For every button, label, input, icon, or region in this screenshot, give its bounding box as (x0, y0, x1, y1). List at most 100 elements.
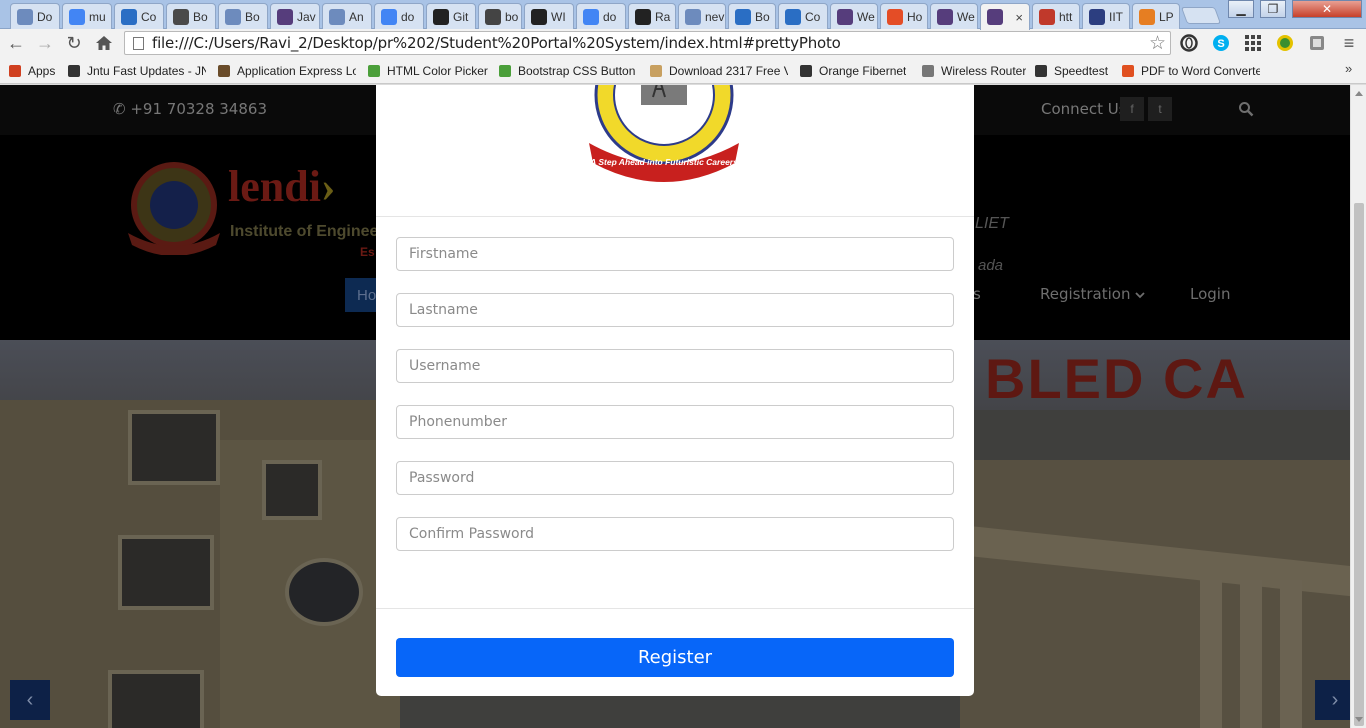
tab-title: Jav (297, 9, 316, 24)
confirm-password-input[interactable] (396, 517, 954, 551)
ninja-extension-icon[interactable] (1275, 33, 1295, 53)
browser-tab[interactable]: htt (1032, 3, 1080, 29)
browser-tab[interactable]: bo (478, 3, 522, 29)
facebook-icon[interactable]: f (1120, 97, 1144, 121)
browser-tab[interactable]: We (930, 3, 978, 29)
browser-tab[interactable]: Ra (628, 3, 676, 29)
bookmark-item[interactable]: Bootstrap CSS Button (497, 61, 637, 80)
browser-tab[interactable]: Git (426, 3, 476, 29)
scroll-down-arrow-icon[interactable] (1355, 717, 1363, 722)
search-icon[interactable] (1238, 101, 1254, 117)
bookmarks-bar: Apps Jntu Fast Updates - JN Application Ex… (0, 57, 1366, 84)
password-input[interactable] (396, 461, 954, 495)
extension-puzzle-icon[interactable] (1307, 33, 1327, 53)
twitter-icon[interactable]: t (1148, 97, 1172, 121)
firstname-input[interactable] (396, 237, 954, 271)
bookmark-item[interactable]: PDF to Word Converte (1120, 61, 1260, 80)
browser-tab[interactable]: Bo (166, 3, 216, 29)
building-window (118, 535, 214, 610)
browser-tab[interactable]: do (576, 3, 626, 29)
username-input[interactable] (396, 349, 954, 383)
page-scrollbar[interactable] (1350, 85, 1366, 728)
folder-icon (648, 63, 664, 79)
lastname-input[interactable] (396, 293, 954, 327)
browser-tab[interactable]: Ho (880, 3, 928, 29)
bookmark-item[interactable]: Application Express Lo (216, 61, 356, 80)
page-icon (920, 63, 936, 79)
bookmark-label: Bootstrap CSS Button (518, 63, 636, 78)
phone-info: ✆ +91 70328 34863 (113, 100, 267, 118)
browser-toolbar: ← → ↻ file:///C:/Users/Ravi_2/Desktop/pr… (0, 29, 1366, 57)
bookmark-item[interactable]: Apps (7, 61, 59, 80)
bookmarks-overflow-icon[interactable]: » (1345, 61, 1352, 76)
browser-tab[interactable]: We (830, 3, 878, 29)
bookmark-label: PDF to Word Converte (1141, 63, 1260, 78)
browser-tab[interactable]: IIT (1082, 3, 1130, 29)
tab-title: Bo (755, 9, 770, 24)
phone-icon: ✆ (113, 100, 126, 118)
bookmark-item[interactable]: Download 2317 Free V (648, 61, 788, 80)
browser-tab[interactable]: × (980, 3, 1030, 30)
address-url[interactable]: file:///C:/Users/Ravi_2/Desktop/pr%202/S… (152, 34, 841, 52)
browser-menu-icon[interactable]: ≡ (1339, 33, 1359, 53)
chevron-down-icon (1135, 292, 1145, 299)
browser-tab[interactable]: WI (524, 3, 574, 29)
lpu-icon (1139, 8, 1155, 25)
scrollbar-thumb[interactable] (1354, 203, 1364, 726)
building-pillar (1200, 580, 1222, 728)
scroll-up-arrow-icon[interactable] (1355, 91, 1363, 96)
nav-item-registration[interactable]: Registration (1040, 285, 1145, 303)
carousel-prev-button[interactable]: ‹ (10, 680, 50, 720)
modal-header-divider (376, 216, 974, 217)
browser-tab[interactable]: do (374, 3, 424, 29)
address-bar[interactable]: file:///C:/Users/Ravi_2/Desktop/pr%202/S… (124, 31, 1171, 55)
browser-tab[interactable]: Do (10, 3, 60, 29)
browser-tab[interactable]: Co (778, 3, 828, 29)
register-button[interactable]: Register (396, 638, 954, 677)
browser-tab[interactable]: Bo (728, 3, 776, 29)
forward-arrow-icon[interactable]: → (34, 32, 56, 54)
reload-icon[interactable]: ↻ (63, 32, 85, 54)
google-icon (583, 8, 599, 25)
apps-grid-icon[interactable] (1243, 33, 1263, 53)
browser-tab[interactable]: An (322, 3, 372, 29)
tab-title: LP (1159, 9, 1174, 24)
bookmark-item[interactable]: HTML Color Picker (366, 61, 488, 80)
bookmark-star-icon[interactable]: ☆ (1149, 32, 1166, 55)
new-tab-button[interactable] (1180, 7, 1222, 24)
tab-title: WI (551, 9, 566, 24)
phonenumber-input[interactable] (396, 405, 954, 439)
minimize-button[interactable]: ▁ (1228, 0, 1254, 18)
browser-tab[interactable]: Bo (218, 3, 268, 29)
nav-item-partial[interactable]: s (973, 285, 981, 303)
building-pillar (1280, 580, 1302, 728)
close-window-button[interactable]: ✕ (1292, 0, 1362, 18)
iit-icon (1089, 8, 1105, 25)
tab-title: We (957, 9, 975, 24)
wifi-icon (798, 63, 814, 79)
maximize-button[interactable]: ❐ (1260, 0, 1286, 18)
browser-tab-strip: Do mu Co Bo Bo Jav An do Git bo WI do Ra nev Bo Co We Ho W… (0, 0, 1366, 30)
carousel-next-button[interactable]: › (1315, 680, 1350, 720)
modal-footer-divider (376, 608, 974, 609)
browser-tab[interactable]: mu (62, 3, 112, 29)
bookmark-item[interactable]: Orange Fibernet (798, 61, 906, 80)
browser-tab[interactable]: Jav (270, 3, 320, 29)
bookmark-item[interactable]: Wireless Router (920, 61, 1026, 80)
lendi-seal-logo[interactable] (120, 155, 228, 255)
skype-extension-icon[interactable]: S (1211, 33, 1231, 53)
close-tab-icon[interactable]: × (1015, 10, 1023, 25)
bookmark-item[interactable]: Speedtest (1033, 61, 1113, 80)
google-icon (381, 8, 397, 25)
browser-tab[interactable]: Co (114, 3, 164, 29)
browser-tab[interactable]: LP (1132, 3, 1180, 29)
back-arrow-icon[interactable]: ← (5, 32, 27, 54)
tab-title: do (603, 9, 617, 24)
opera-extension-icon[interactable] (1179, 33, 1199, 53)
doc-icon (329, 8, 345, 25)
nav-item-login[interactable]: Login (1190, 285, 1230, 303)
bookmark-item[interactable]: Jntu Fast Updates - JN (66, 61, 206, 80)
rainbow-icon (1039, 8, 1055, 25)
home-icon[interactable] (93, 32, 115, 54)
browser-tab[interactable]: nev (678, 3, 726, 29)
